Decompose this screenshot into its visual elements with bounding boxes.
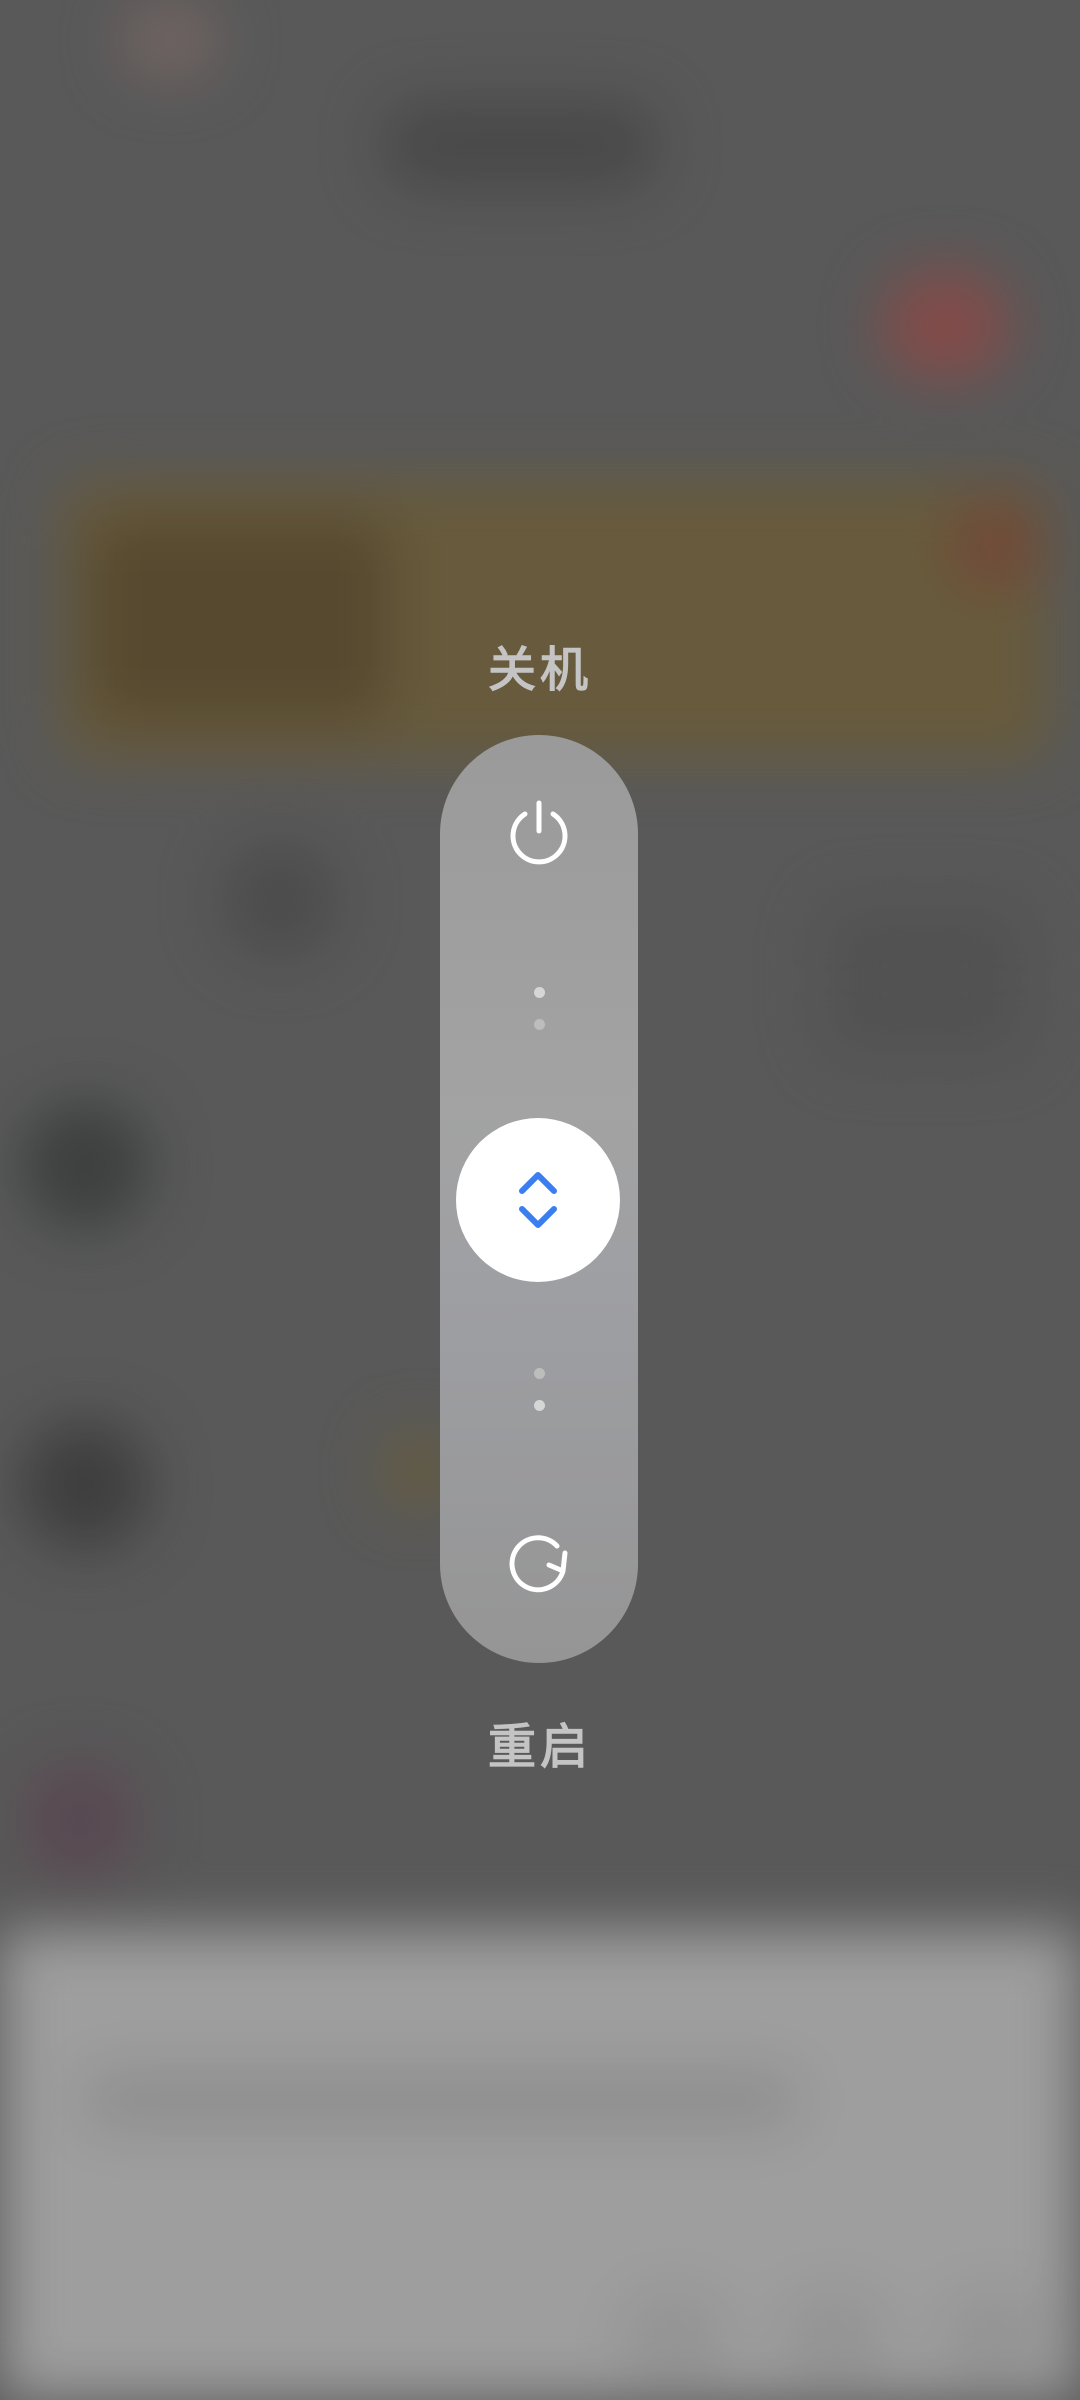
restart-label: 重启	[487, 1719, 592, 1775]
restart-icon[interactable]	[503, 1529, 575, 1601]
up-down-chevron-icon	[519, 1172, 557, 1228]
power-menu-screen: 关机 重启	[0, 0, 1080, 2400]
slider-dot	[533, 1019, 545, 1030]
slider-dot	[533, 1368, 545, 1379]
power-icon[interactable]	[503, 797, 575, 869]
slider-dot	[533, 1400, 545, 1411]
slider-dot	[533, 987, 545, 998]
slider-thumb[interactable]	[456, 1118, 620, 1282]
shutdown-label: 关机	[487, 642, 592, 698]
